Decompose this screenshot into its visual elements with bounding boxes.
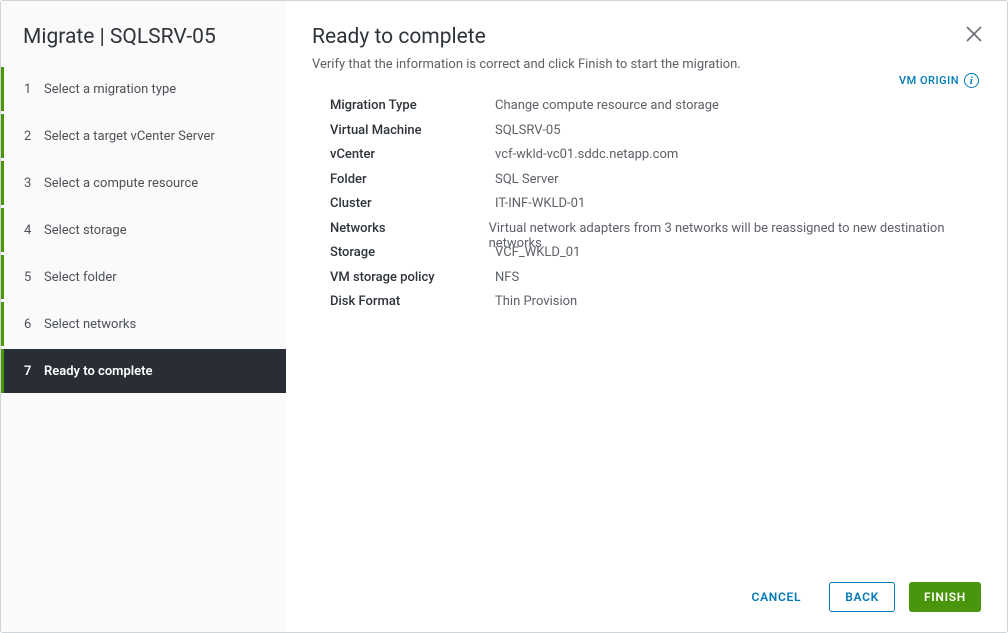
step-number: 2 <box>24 129 44 144</box>
step-ready-to-complete[interactable]: 7 Ready to complete <box>1 349 286 393</box>
summary-label: vCenter <box>330 147 495 162</box>
summary-row-cluster: Cluster IT-INF-WKLD-01 <box>330 196 981 221</box>
step-folder[interactable]: 5 Select folder <box>1 255 286 299</box>
wizard-footer: CANCEL BACK FINISH <box>312 568 981 612</box>
summary-row-vcenter: vCenter vcf-wkld-vc01.sddc.netapp.com <box>330 147 981 172</box>
summary-value: VCF_WKLD_01 <box>495 245 580 260</box>
summary-row-storage-policy: VM storage policy NFS <box>330 270 981 295</box>
step-number: 7 <box>24 364 44 379</box>
step-label: Select a target vCenter Server <box>44 129 215 144</box>
summary-label: Virtual Machine <box>330 123 495 138</box>
summary-value: SQL Server <box>495 172 559 187</box>
summary-label: VM storage policy <box>330 270 495 285</box>
step-storage[interactable]: 4 Select storage <box>1 208 286 252</box>
summary-row-folder: Folder SQL Server <box>330 172 981 197</box>
step-label: Select a compute resource <box>44 176 198 191</box>
step-number: 6 <box>24 317 44 332</box>
summary-value: vcf-wkld-vc01.sddc.netapp.com <box>495 147 678 162</box>
info-icon: i <box>964 73 979 88</box>
step-number: 5 <box>24 270 44 285</box>
step-label: Select storage <box>44 223 127 238</box>
summary-label: Folder <box>330 172 495 187</box>
close-icon[interactable] <box>965 25 983 43</box>
page-title: Ready to complete <box>312 25 981 49</box>
step-number: 4 <box>24 223 44 238</box>
wizard-side-panel: Migrate | SQLSRV-05 1 Select a migration… <box>1 1 286 632</box>
step-label: Select folder <box>44 270 117 285</box>
summary-label: Storage <box>330 245 495 260</box>
step-number: 1 <box>24 82 44 97</box>
summary-row-networks: Networks Virtual network adapters from 3… <box>330 221 981 246</box>
summary-value: NFS <box>495 270 519 285</box>
wizard-content-panel: Ready to complete Verify that the inform… <box>286 1 1007 632</box>
summary-row-disk-format: Disk Format Thin Provision <box>330 294 981 319</box>
summary-table: Migration Type Change compute resource a… <box>330 98 981 319</box>
step-networks[interactable]: 6 Select networks <box>1 302 286 346</box>
wizard-title: Migrate | SQLSRV-05 <box>1 25 286 67</box>
summary-value: IT-INF-WKLD-01 <box>495 196 585 211</box>
step-target-vcenter[interactable]: 2 Select a target vCenter Server <box>1 114 286 158</box>
step-number: 3 <box>24 176 44 191</box>
step-compute-resource[interactable]: 3 Select a compute resource <box>1 161 286 205</box>
cancel-button[interactable]: CANCEL <box>738 582 816 612</box>
step-label: Select a migration type <box>44 82 176 97</box>
step-label: Ready to complete <box>44 364 153 379</box>
step-list: 1 Select a migration type 2 Select a tar… <box>1 67 286 396</box>
vm-origin-label: VM ORIGIN <box>899 74 959 87</box>
summary-label: Disk Format <box>330 294 495 309</box>
summary-label: Migration Type <box>330 98 495 113</box>
page-subtitle: Verify that the information is correct a… <box>312 57 981 72</box>
summary-row-virtual-machine: Virtual Machine SQLSRV-05 <box>330 123 981 148</box>
migrate-wizard-dialog: Migrate | SQLSRV-05 1 Select a migration… <box>0 0 1008 633</box>
summary-value: Change compute resource and storage <box>495 98 719 113</box>
summary-value: Thin Provision <box>495 294 577 309</box>
summary-label: Networks <box>330 221 489 236</box>
summary-row-migration-type: Migration Type Change compute resource a… <box>330 98 981 123</box>
vm-origin-link[interactable]: VM ORIGIN i <box>899 73 979 88</box>
summary-label: Cluster <box>330 196 495 211</box>
back-button[interactable]: BACK <box>829 582 895 612</box>
step-label: Select networks <box>44 317 136 332</box>
finish-button[interactable]: FINISH <box>909 582 981 612</box>
step-migration-type[interactable]: 1 Select a migration type <box>1 67 286 111</box>
summary-value: SQLSRV-05 <box>495 123 561 138</box>
